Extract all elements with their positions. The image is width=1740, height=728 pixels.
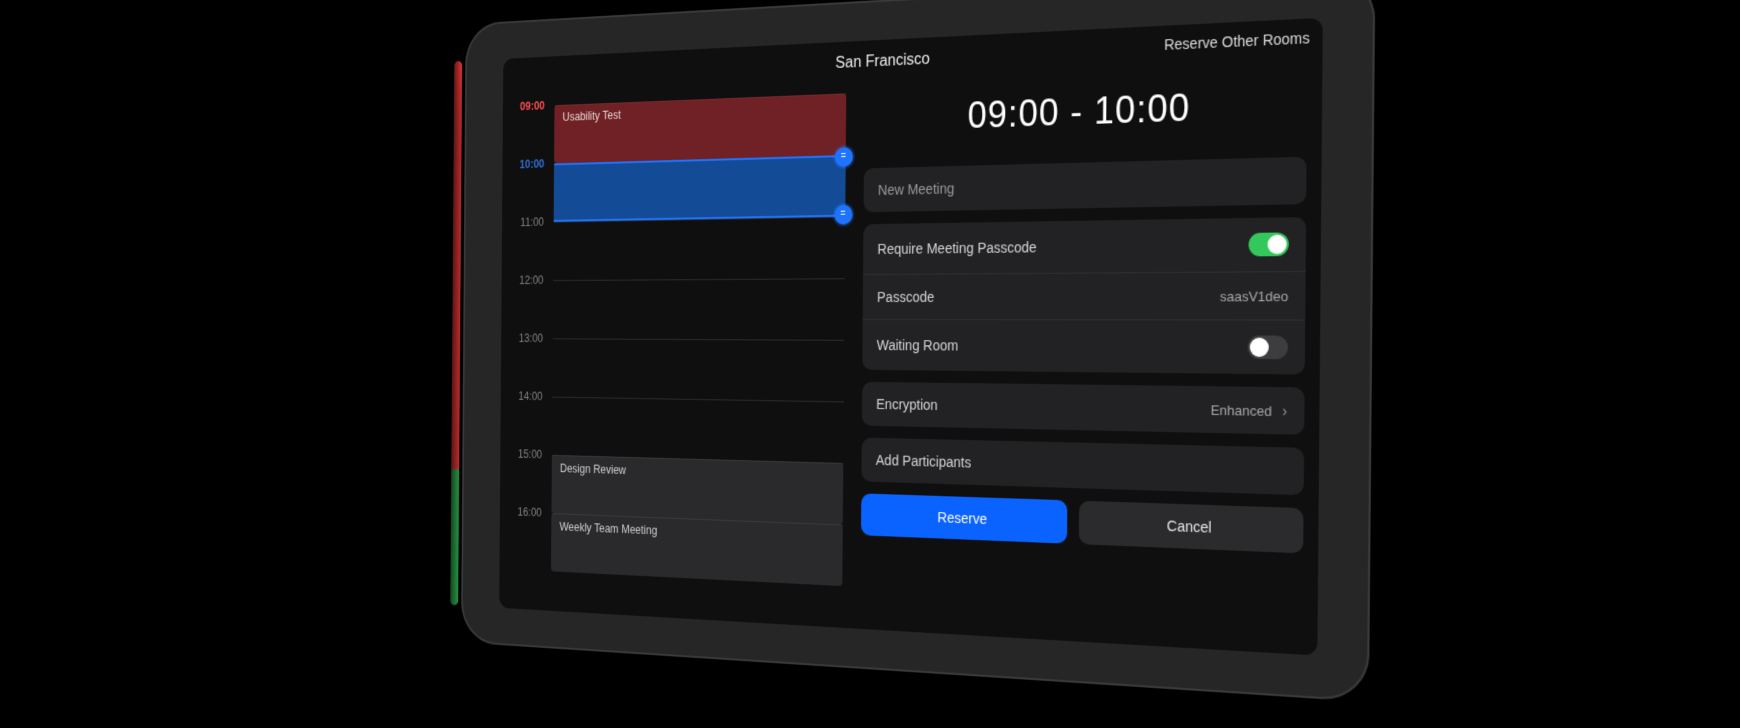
meeting-topic-input[interactable] (878, 172, 1290, 198)
selection-handle-bottom[interactable]: = (834, 205, 852, 225)
hour-label: 12:00 (511, 274, 548, 287)
hour-gridline (553, 278, 844, 281)
waiting-room-toggle[interactable] (1248, 335, 1288, 359)
passcode-value: saasV1deo (1220, 288, 1289, 304)
hour-label: 09:00 (512, 99, 549, 114)
room-name: San Francisco (835, 51, 929, 73)
security-card: Require Meeting Passcode Passcode saasV1… (862, 217, 1306, 374)
hour-label: 10:00 (512, 157, 549, 171)
waiting-room-label: Waiting Room (877, 337, 959, 354)
tablet-frame: San Francisco Reserve Other Rooms 09:00 1… (461, 0, 1375, 702)
passcode-label: Passcode (877, 289, 934, 305)
hour-label: 13:00 (511, 332, 548, 345)
titlebar: San Francisco Reserve Other Rooms (503, 18, 1323, 100)
status-led-strip (450, 61, 462, 605)
cancel-button[interactable]: Cancel (1079, 501, 1303, 554)
add-participants-label: Add Participants (876, 452, 972, 471)
chevron-right-icon: › (1282, 402, 1287, 419)
selected-time-range: 09:00 - 10:00 (864, 66, 1308, 156)
timeline-event[interactable]: Usability Test (554, 93, 846, 163)
topic-card (863, 157, 1307, 213)
hour-label: 14:00 (510, 389, 547, 403)
participants-card[interactable]: Add Participants (861, 438, 1304, 496)
screen: San Francisco Reserve Other Rooms 09:00 1… (499, 18, 1323, 656)
require-passcode-label: Require Meeting Passcode (877, 239, 1036, 257)
selection-handle-top[interactable]: = (834, 147, 852, 167)
require-passcode-row[interactable]: Require Meeting Passcode (863, 217, 1307, 274)
hour-label: 11:00 (512, 215, 549, 229)
passcode-row[interactable]: Passcode saasV1deo (862, 271, 1305, 320)
hour-gridline (553, 338, 844, 340)
actions: Reserve Cancel (861, 493, 1304, 553)
encryption-card[interactable]: Encryption Enhanced › (861, 382, 1304, 435)
reserve-button[interactable]: Reserve (861, 493, 1068, 543)
hour-label: 16:00 (509, 505, 546, 520)
scheduling-tablet: San Francisco Reserve Other Rooms 09:00 1… (461, 0, 1375, 702)
timeline[interactable]: 09:00 10:00 11:00 12:00 13:00 14:00 15:00 16:00… (509, 85, 851, 618)
timeline-event[interactable]: Weekly Team Meeting (551, 513, 842, 586)
reservation-form: 09:00 - 10:00 Require Meeting Passcode (860, 66, 1312, 644)
hour-label: 15:00 (510, 447, 547, 461)
require-passcode-toggle[interactable] (1248, 232, 1288, 256)
encryption-value: Enhanced › (1210, 401, 1287, 419)
hour-gridline (552, 397, 843, 403)
waiting-room-row[interactable]: Waiting Room (862, 319, 1305, 375)
reserve-other-rooms-link[interactable]: Reserve Other Rooms (1164, 29, 1310, 53)
add-participants-row[interactable]: Add Participants (861, 438, 1304, 496)
encryption-row[interactable]: Encryption Enhanced › (861, 382, 1304, 435)
encryption-label: Encryption (876, 396, 938, 413)
timeline-selection[interactable]: == (554, 155, 846, 222)
